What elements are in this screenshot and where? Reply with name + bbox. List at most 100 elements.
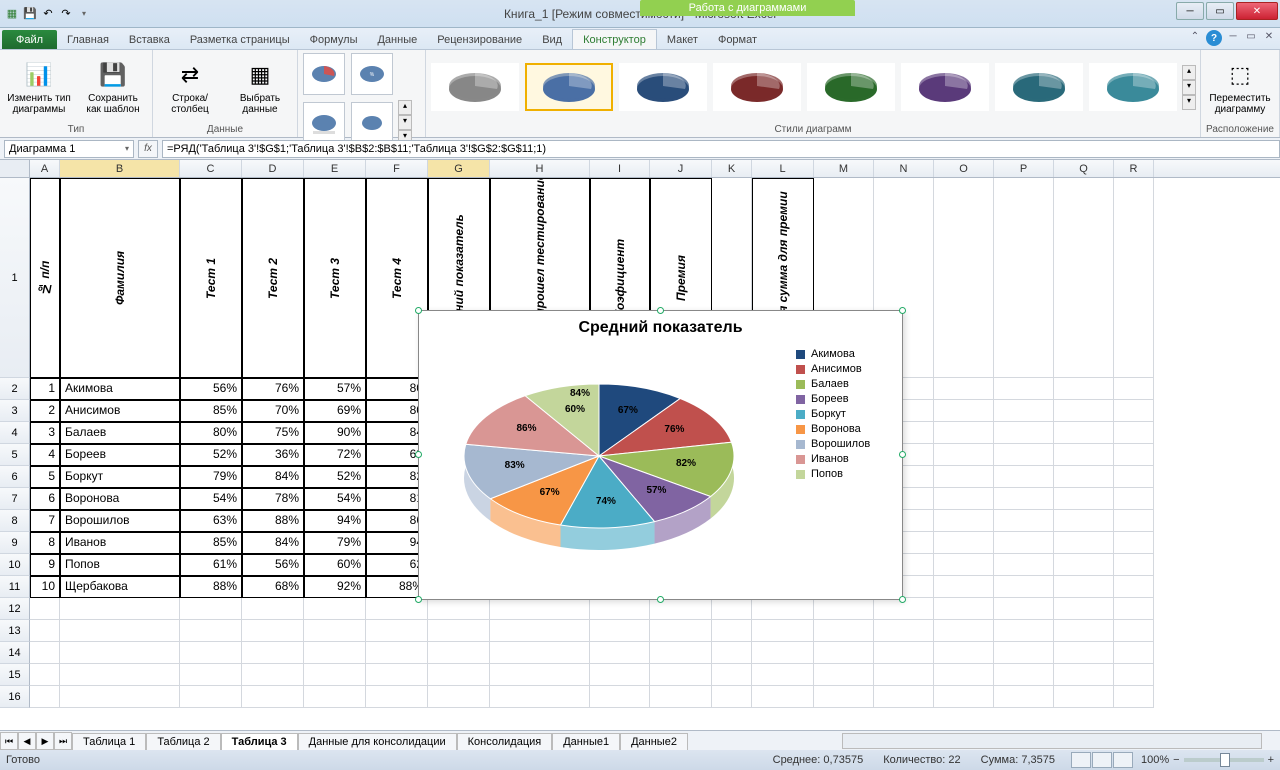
cell-G12[interactable] <box>428 598 490 620</box>
cell-E10[interactable]: 60% <box>304 554 366 576</box>
formula-input[interactable]: =РЯД('Таблица 3'!$G$1;'Таблица 3'!$B$2:$… <box>162 140 1280 158</box>
chart-style-5[interactable] <box>807 63 895 111</box>
cell-N15[interactable] <box>874 664 934 686</box>
cell-P8[interactable] <box>994 510 1054 532</box>
cell-E15[interactable] <box>304 664 366 686</box>
switch-row-column-button[interactable]: ⇄ Строка/столбец <box>157 57 223 117</box>
cell-K16[interactable] <box>712 686 752 708</box>
cell-O10[interactable] <box>934 554 994 576</box>
legend-item[interactable]: Балаев <box>796 378 898 390</box>
cell-K15[interactable] <box>712 664 752 686</box>
cell-I15[interactable] <box>590 664 650 686</box>
cell-C7[interactable]: 54% <box>180 488 242 510</box>
cell-R1[interactable] <box>1114 178 1154 378</box>
cell-C11[interactable]: 88% <box>180 576 242 598</box>
cell-C6[interactable]: 79% <box>180 466 242 488</box>
cell-B9[interactable]: Иванов <box>60 532 180 554</box>
chart-layout-4[interactable] <box>351 102 393 144</box>
row-header-13[interactable]: 13 <box>0 620 30 642</box>
cell-R10[interactable] <box>1114 554 1154 576</box>
cell-Q5[interactable] <box>1054 444 1114 466</box>
column-header-O[interactable]: O <box>934 160 994 177</box>
cell-C14[interactable] <box>180 642 242 664</box>
column-header-J[interactable]: J <box>650 160 712 177</box>
column-header-Q[interactable]: Q <box>1054 160 1114 177</box>
cell-O5[interactable] <box>934 444 994 466</box>
cell-G16[interactable] <box>428 686 490 708</box>
column-header-C[interactable]: C <box>180 160 242 177</box>
sheet-nav-last[interactable]: ⏭ <box>54 732 72 750</box>
cell-F15[interactable] <box>366 664 428 686</box>
cell-A10[interactable]: 9 <box>30 554 60 576</box>
resize-handle[interactable] <box>415 596 422 603</box>
cell-B13[interactable] <box>60 620 180 642</box>
embedded-chart[interactable]: Средний показатель 67%76%82%57%74%67%83%… <box>418 310 903 600</box>
cell-P12[interactable] <box>994 598 1054 620</box>
cell-A4[interactable]: 3 <box>30 422 60 444</box>
cell-C9[interactable]: 85% <box>180 532 242 554</box>
legend-item[interactable]: Акимова <box>796 348 898 360</box>
doc-minimize-icon[interactable]: ─ <box>1226 31 1240 45</box>
cell-D7[interactable]: 78% <box>242 488 304 510</box>
cell-O7[interactable] <box>934 488 994 510</box>
legend-item[interactable]: Воронова <box>796 423 898 435</box>
cell-I14[interactable] <box>590 642 650 664</box>
legend-item[interactable]: Иванов <box>796 453 898 465</box>
cell-O14[interactable] <box>934 642 994 664</box>
column-header-E[interactable]: E <box>304 160 366 177</box>
cell-E16[interactable] <box>304 686 366 708</box>
doc-close-icon[interactable]: ✕ <box>1262 31 1276 45</box>
select-data-button[interactable]: ▦ Выбрать данные <box>227 57 293 117</box>
cell-Q7[interactable] <box>1054 488 1114 510</box>
cell-C13[interactable] <box>180 620 242 642</box>
cell-B7[interactable]: Воронова <box>60 488 180 510</box>
cell-C2[interactable]: 56% <box>180 378 242 400</box>
cell-Q3[interactable] <box>1054 400 1114 422</box>
cell-H14[interactable] <box>490 642 590 664</box>
save-icon[interactable]: 💾 <box>22 6 38 22</box>
sheet-tab[interactable]: Данные2 <box>620 733 688 750</box>
cell-A13[interactable] <box>30 620 60 642</box>
cell-H16[interactable] <box>490 686 590 708</box>
name-box[interactable]: Диаграмма 1 <box>4 140 134 158</box>
cell-C10[interactable]: 61% <box>180 554 242 576</box>
save-as-template-button[interactable]: 💾 Сохранить как шаблон <box>78 57 148 117</box>
cell-B8[interactable]: Ворошилов <box>60 510 180 532</box>
cell-M12[interactable] <box>814 598 874 620</box>
pie-data-label[interactable]: 76% <box>661 423 687 436</box>
cell-J16[interactable] <box>650 686 712 708</box>
cell-Q8[interactable] <box>1054 510 1114 532</box>
cell-L15[interactable] <box>752 664 814 686</box>
chart-style-6[interactable] <box>901 63 989 111</box>
zoom-level[interactable]: 100% <box>1141 754 1169 766</box>
sheet-tab[interactable]: Консолидация <box>457 733 553 750</box>
cell-Q1[interactable] <box>1054 178 1114 378</box>
chart-style-8[interactable] <box>1089 63 1177 111</box>
sheet-tab[interactable]: Таблица 2 <box>146 733 220 750</box>
cell-M14[interactable] <box>814 642 874 664</box>
cell-P13[interactable] <box>994 620 1054 642</box>
tab-format[interactable]: Формат <box>708 30 767 49</box>
cell-Q2[interactable] <box>1054 378 1114 400</box>
cell-L13[interactable] <box>752 620 814 642</box>
cell-R11[interactable] <box>1114 576 1154 598</box>
row-header-4[interactable]: 4 <box>0 422 30 444</box>
cell-F16[interactable] <box>366 686 428 708</box>
pie-data-label[interactable]: 74% <box>593 495 619 508</box>
zoom-out-button[interactable]: − <box>1173 754 1179 766</box>
chart-legend[interactable]: АкимоваАнисимовБалаевБореевБоркутВоронов… <box>792 341 902 581</box>
maximize-button[interactable]: ▭ <box>1206 2 1234 20</box>
cell-K13[interactable] <box>712 620 752 642</box>
column-header-R[interactable]: R <box>1114 160 1154 177</box>
file-tab[interactable]: Файл <box>2 30 57 49</box>
cell-H12[interactable] <box>490 598 590 620</box>
cell-R4[interactable] <box>1114 422 1154 444</box>
cell-H13[interactable] <box>490 620 590 642</box>
cell-Q15[interactable] <box>1054 664 1114 686</box>
sheet-nav-first[interactable]: ⏮ <box>0 732 18 750</box>
cell-D10[interactable]: 56% <box>242 554 304 576</box>
cell-E13[interactable] <box>304 620 366 642</box>
cell-C1[interactable]: Тест 1 <box>180 178 242 378</box>
cell-R16[interactable] <box>1114 686 1154 708</box>
cell-B5[interactable]: Бореев <box>60 444 180 466</box>
